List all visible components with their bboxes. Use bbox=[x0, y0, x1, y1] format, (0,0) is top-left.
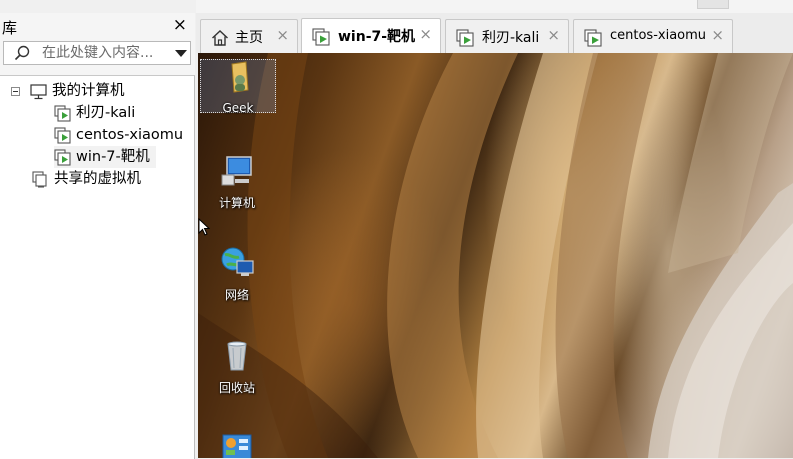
network-icon bbox=[221, 247, 254, 276]
vm-icon bbox=[54, 149, 71, 166]
vm-icon bbox=[54, 105, 71, 122]
library-close-button[interactable]: × bbox=[173, 15, 187, 35]
vm-icon bbox=[54, 127, 71, 144]
library-search-input[interactable] bbox=[42, 42, 170, 64]
search-icon bbox=[14, 45, 30, 61]
vm-icon bbox=[312, 28, 330, 46]
desktop-icon-recycle-bin[interactable]: 回收站 bbox=[200, 338, 274, 396]
tab-close-button[interactable]: × bbox=[711, 26, 724, 44]
user-folder-icon bbox=[231, 61, 249, 93]
chevron-down-icon[interactable] bbox=[175, 50, 187, 57]
tab-close-button[interactable]: × bbox=[419, 25, 432, 43]
tab-close-button[interactable]: × bbox=[547, 26, 560, 44]
library-header: 库 × bbox=[0, 13, 195, 39]
tab-close-button[interactable]: × bbox=[276, 26, 289, 44]
tab-win7[interactable]: win-7-靶机 × bbox=[301, 18, 441, 54]
library-search-box[interactable] bbox=[3, 41, 191, 65]
shared-vm-icon bbox=[32, 171, 47, 188]
vm-icon bbox=[584, 29, 602, 47]
tree-item-label: 利刃-kali bbox=[76, 105, 136, 121]
desktop-icon-label: 回收站 bbox=[218, 381, 255, 395]
desktop-icon-network[interactable]: 网络 bbox=[200, 245, 274, 303]
control-panel-icon bbox=[222, 434, 252, 458]
mouse-cursor-icon bbox=[198, 218, 210, 236]
desktop-wallpaper bbox=[198, 53, 793, 458]
tree-item-label: centos-xiaomu bbox=[76, 127, 184, 143]
vm-icon bbox=[456, 29, 474, 47]
tab-label: 利刃-kali bbox=[482, 30, 540, 46]
desktop-icon-label: 计算机 bbox=[218, 196, 255, 210]
window-control-button[interactable] bbox=[697, 0, 729, 9]
tab-bar: 主页 × win-7-靶机 × 利刃-kali × centos-xiaomu … bbox=[196, 13, 793, 54]
tab-home[interactable]: 主页 × bbox=[200, 19, 298, 53]
tree-item-label: 我的计算机 bbox=[52, 83, 125, 99]
computer-icon bbox=[30, 84, 47, 100]
desktop-icon-control-panel[interactable] bbox=[200, 433, 274, 458]
tree-item-vm-win7[interactable]: win-7-靶机 bbox=[54, 146, 156, 168]
tab-centos[interactable]: centos-xiaomu × bbox=[573, 19, 733, 53]
recycle-bin-icon bbox=[227, 341, 247, 371]
tab-label: centos-xiaomu bbox=[610, 28, 707, 43]
vm-desktop-screen[interactable]: Geek 计算机 网络 回收站 bbox=[198, 53, 793, 458]
tree-item-label: win-7-靶机 bbox=[76, 149, 150, 165]
tab-kali[interactable]: 利刃-kali × bbox=[445, 19, 569, 53]
computer-icon bbox=[221, 156, 252, 186]
desktop-icon-computer[interactable]: 计算机 bbox=[200, 153, 274, 211]
tree-item-label: 共享的虚拟机 bbox=[54, 171, 141, 187]
library-panel: 库 × 我的计算机 利刃-kali bbox=[0, 13, 195, 459]
tab-label: 主页 bbox=[235, 30, 263, 46]
desktop-icon-label: 网络 bbox=[224, 288, 249, 302]
tab-label: win-7-靶机 bbox=[338, 29, 416, 45]
library-tree: 我的计算机 利刃-kali centos-xiaomu win-7-靶机 共享的… bbox=[0, 75, 195, 459]
library-title: 库 bbox=[2, 19, 18, 37]
desktop-icon-geek[interactable]: Geek bbox=[200, 59, 276, 115]
tree-collapse-toggle[interactable] bbox=[11, 87, 20, 96]
desktop-icon-label: Geek bbox=[222, 101, 254, 115]
home-icon bbox=[212, 30, 228, 46]
